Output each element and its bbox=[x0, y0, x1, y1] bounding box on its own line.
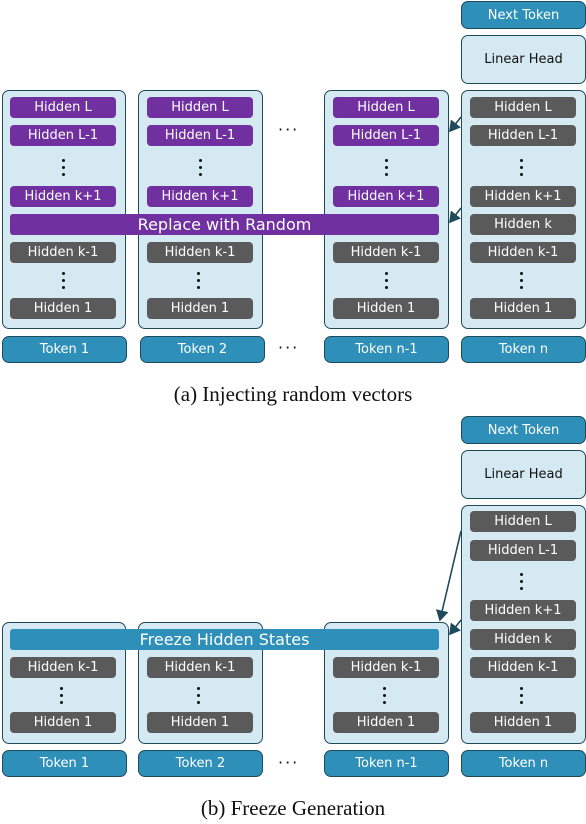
arrows-layer bbox=[435, 116, 462, 636]
arrow-icon bbox=[435, 530, 462, 622]
arrow-icon bbox=[449, 116, 462, 133]
arrow-icon bbox=[449, 619, 462, 636]
arrow-icon bbox=[449, 207, 462, 224]
